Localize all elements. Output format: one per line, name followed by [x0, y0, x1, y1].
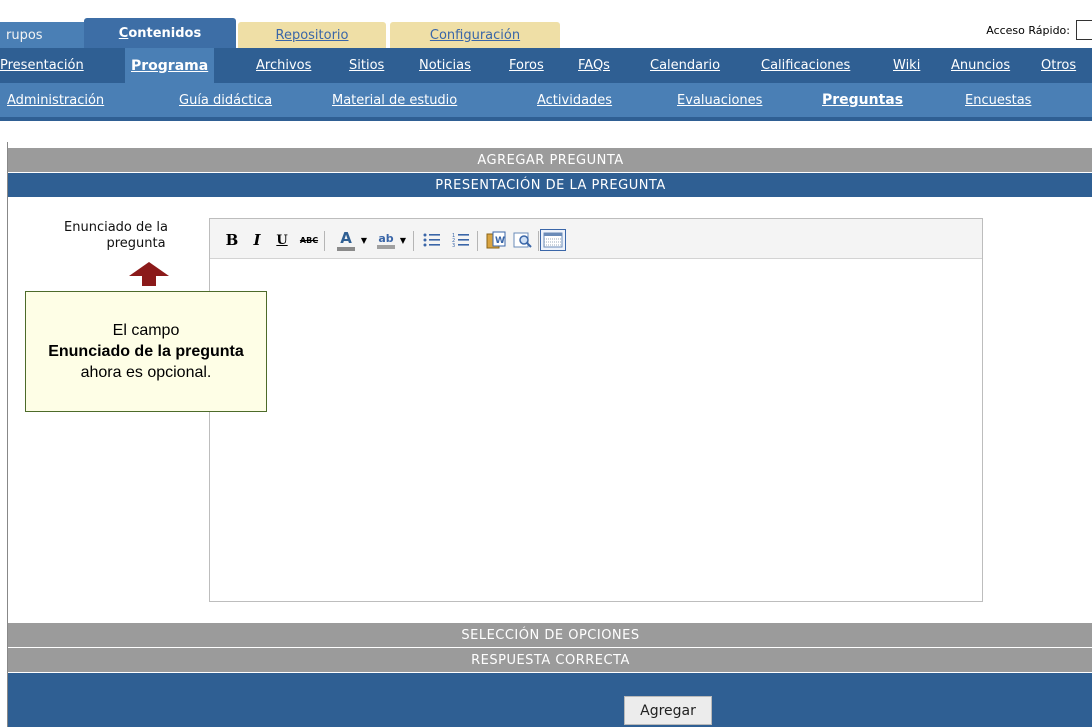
subnav-guia-didactica[interactable]: Guía didáctica — [179, 83, 272, 117]
course-nav: Presentación Programa Archivos Sitios No… — [0, 48, 1092, 83]
callout-rest: ahora es opcional. — [80, 364, 212, 381]
callout-line1: El campo — [112, 322, 180, 339]
subnav-administracion[interactable]: Administración — [7, 83, 104, 117]
bullet-list-icon[interactable] — [421, 229, 443, 251]
nav-otros[interactable]: Otros — [1041, 48, 1076, 83]
subnav-material-estudio[interactable]: Material de estudio — [332, 83, 457, 117]
nav-calendario[interactable]: Calendario — [650, 48, 720, 83]
highlight-color-icon[interactable]: ab — [374, 229, 398, 251]
form-title: AGREGAR PREGUNTA — [8, 148, 1092, 172]
question-statement-label-line2: pregunta — [106, 236, 166, 251]
nav-faqs[interactable]: FAQs — [578, 48, 610, 83]
question-statement-label: Enunciado de la pregunta — [42, 220, 190, 252]
callout-note: El campo Enunciado de la pregunta ahora … — [25, 291, 267, 412]
section-options-header[interactable]: SELECCIÓN DE OPCIONES — [8, 623, 1092, 647]
svg-text:3: 3 — [452, 243, 455, 248]
toolbar-divider — [413, 231, 414, 251]
section-presentation-header: PRESENTACIÓN DE LA PREGUNTA — [8, 173, 1092, 197]
highlight-color-letters: ab — [378, 231, 394, 245]
top-tab-bar: rupos Contenidos Repositorio Configuraci… — [0, 0, 1092, 48]
paste-word-icon[interactable]: W — [485, 229, 507, 251]
subnav-actividades[interactable]: Actividades — [537, 83, 612, 117]
highlight-color-swatch — [377, 244, 395, 249]
tab-grupos[interactable]: rupos — [0, 22, 88, 48]
chevron-down-icon[interactable]: ▼ — [359, 229, 369, 251]
tab-contenidos-accesskey: C — [118, 25, 129, 41]
nav-programa[interactable]: Programa — [125, 48, 215, 83]
underline-icon[interactable]: U — [273, 229, 291, 251]
form-footer: Agregar — [8, 673, 1092, 727]
tab-configuracion[interactable]: Configuración — [390, 22, 560, 48]
nav-wiki[interactable]: Wiki — [893, 48, 920, 83]
tab-repositorio[interactable]: Repositorio — [238, 22, 386, 48]
nav-foros[interactable]: Foros — [509, 48, 544, 83]
toolbar-divider — [324, 231, 325, 251]
nav-presentacion[interactable]: Presentación — [0, 48, 84, 83]
bold-icon[interactable]: B — [223, 229, 241, 251]
subnav-encuestas[interactable]: Encuestas — [965, 83, 1031, 117]
toolbar-divider — [477, 231, 478, 251]
preview-icon[interactable] — [512, 229, 534, 251]
section-answer-header[interactable]: RESPUESTA CORRECTA — [8, 648, 1092, 672]
rich-text-editor: B I U ABC A ▼ ab ▼ 123 W — [209, 218, 983, 602]
font-color-letter: A — [340, 229, 352, 247]
callout-text: El campo Enunciado de la pregunta ahora … — [36, 320, 256, 383]
strikethrough-icon[interactable]: ABC — [298, 229, 320, 251]
editor-toolbar: B I U ABC A ▼ ab ▼ 123 W — [210, 219, 982, 259]
subnav-evaluaciones[interactable]: Evaluaciones — [677, 83, 762, 117]
question-statement-label-line1: Enunciado de la — [64, 220, 168, 235]
quick-access-select[interactable] — [1076, 20, 1092, 40]
subnav-preguntas[interactable]: Preguntas — [822, 83, 903, 117]
quick-access-label: Acceso Rápido: — [986, 23, 1070, 37]
tab-contenidos-label: ontenidos — [128, 25, 202, 41]
font-color-icon[interactable]: A — [333, 229, 359, 251]
svg-text:W: W — [495, 236, 505, 246]
nav-calificaciones[interactable]: Calificaciones — [761, 48, 850, 83]
italic-icon[interactable]: I — [248, 229, 266, 251]
question-statement-editor[interactable] — [210, 260, 982, 601]
font-color-swatch — [337, 247, 355, 251]
nav-archivos[interactable]: Archivos — [256, 48, 311, 83]
numbered-list-icon[interactable]: 123 — [450, 229, 472, 251]
add-button[interactable]: Agregar — [624, 696, 712, 725]
toolbar-divider — [538, 231, 539, 251]
quick-access: Acceso Rápido: — [986, 20, 1092, 40]
arrow-shaft — [142, 274, 156, 286]
question-form: AGREGAR PREGUNTA PRESENTACIÓN DE LA PREG… — [7, 142, 1092, 727]
program-subnav: Administración Guía didáctica Material d… — [0, 83, 1092, 121]
chevron-down-icon[interactable]: ▼ — [398, 229, 408, 251]
tab-contenidos[interactable]: Contenidos — [84, 18, 236, 48]
callout-bold: Enunciado de la pregunta — [48, 343, 244, 360]
nav-sitios[interactable]: Sitios — [349, 48, 384, 83]
table-icon[interactable] — [540, 229, 566, 251]
nav-anuncios[interactable]: Anuncios — [951, 48, 1010, 83]
nav-noticias[interactable]: Noticias — [419, 48, 471, 83]
